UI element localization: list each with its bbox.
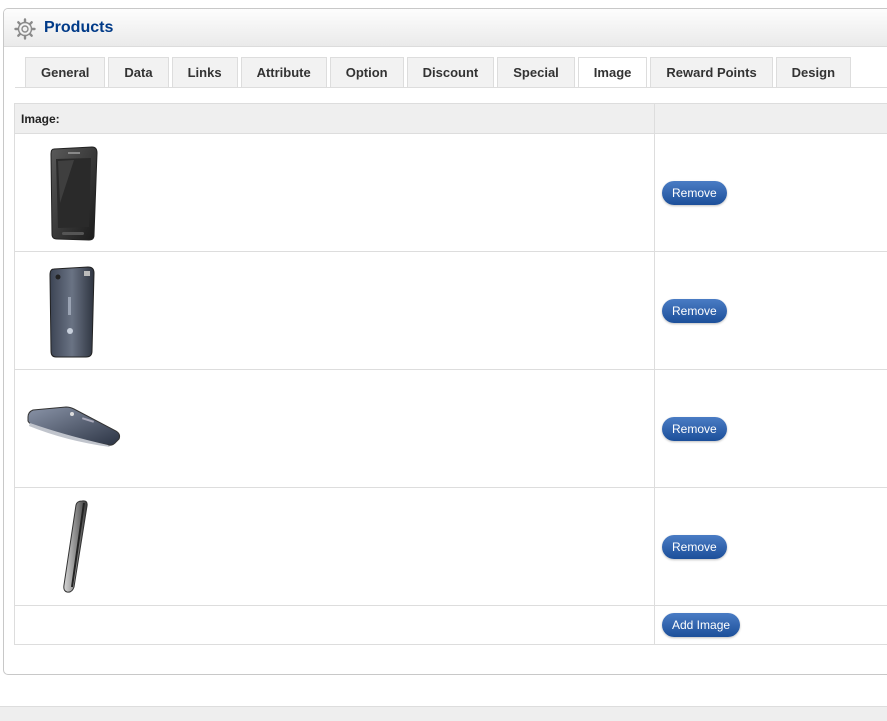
content-box: Products General Data Links Attribute Op… xyxy=(3,8,887,675)
add-image-row: Add Image xyxy=(15,606,887,645)
page-footer-strip xyxy=(0,706,887,721)
page-title: Products xyxy=(44,18,113,38)
gear-icon xyxy=(14,18,36,40)
tab-links[interactable]: Links xyxy=(172,57,238,87)
tab-general[interactable]: General xyxy=(25,57,105,87)
image-column-header: Image: xyxy=(15,104,655,134)
image-row: Remove xyxy=(15,488,887,606)
remove-image-button[interactable]: Remove xyxy=(662,181,727,205)
tab-reward-points[interactable]: Reward Points xyxy=(650,57,772,87)
tab-bar: General Data Links Attribute Option Disc… xyxy=(25,57,851,88)
tabs-divider xyxy=(15,87,887,88)
remove-image-button[interactable]: Remove xyxy=(662,299,727,323)
action-column-header xyxy=(655,104,887,134)
tab-image[interactable]: Image xyxy=(578,57,648,88)
image-row: Remove xyxy=(15,370,887,488)
image-row: Remove xyxy=(15,252,887,370)
image-table: Image: xyxy=(14,103,887,645)
tab-attribute[interactable]: Attribute xyxy=(241,57,327,87)
tab-discount[interactable]: Discount xyxy=(407,57,495,87)
tab-design[interactable]: Design xyxy=(776,57,851,87)
phone-front-thumbnail[interactable] xyxy=(24,143,124,243)
tab-option[interactable]: Option xyxy=(330,57,404,87)
image-row: Remove xyxy=(15,134,887,252)
remove-image-button[interactable]: Remove xyxy=(662,535,727,559)
phone-angled-thumbnail[interactable] xyxy=(24,379,124,479)
remove-image-button[interactable]: Remove xyxy=(662,417,727,441)
tab-data[interactable]: Data xyxy=(108,57,168,87)
phone-side-thumbnail[interactable] xyxy=(24,497,124,597)
tab-special[interactable]: Special xyxy=(497,57,575,87)
box-heading: Products xyxy=(4,9,887,47)
add-image-button[interactable]: Add Image xyxy=(662,613,740,637)
phone-back-thumbnail[interactable] xyxy=(24,261,124,361)
